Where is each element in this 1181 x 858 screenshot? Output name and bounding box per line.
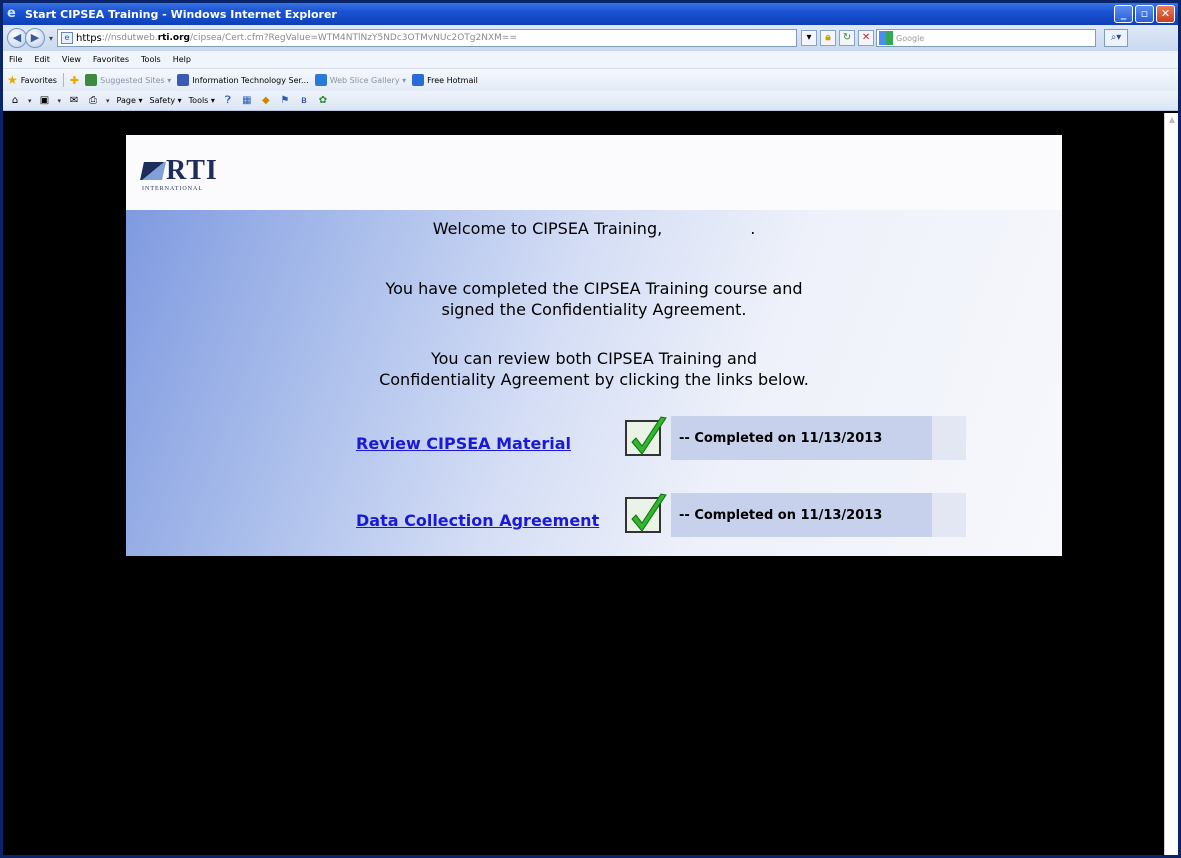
feeds-icon[interactable]: ▣ [39, 95, 51, 107]
completed-line-2: signed the Confidentiality Agreement. [441, 300, 747, 319]
completion-status: -- Completed on 11/13/2013 [671, 416, 932, 460]
fav-free-hotmail[interactable]: Free Hotmail [412, 74, 478, 86]
review-line-2: Confidentiality Agreement by clicking th… [379, 370, 809, 389]
translate-icon[interactable]: ⚑ [279, 95, 291, 107]
web-slice-icon [314, 74, 327, 86]
maximize-button[interactable]: ▫ [1135, 5, 1154, 23]
completed-line-1: You have completed the CIPSEA Training c… [385, 279, 803, 298]
welcome-suffix: . [750, 219, 756, 238]
back-button[interactable]: ◀ [7, 28, 27, 48]
tools-menu[interactable]: Tools ▾ [189, 96, 215, 105]
refresh-icon[interactable]: ↻ [839, 30, 856, 46]
menu-file[interactable]: File [9, 55, 22, 64]
print-icon[interactable]: ⎙ [87, 95, 99, 107]
window-title: Start CIPSEA Training - Windows Internet… [25, 7, 337, 21]
search-button[interactable]: ⌕▾ [1104, 29, 1129, 47]
favorites-label: Favorites [20, 75, 57, 85]
address-row: ◀ ▶ ▾ e https ://nsdutweb. rti.org /cips… [3, 25, 1178, 51]
fav-label: Web Slice Gallery ▾ [329, 75, 407, 85]
fav-label: Free Hotmail [427, 75, 478, 85]
stop-icon[interactable]: ✕ [858, 30, 875, 46]
completed-checkbox [625, 493, 667, 533]
check-icon [631, 416, 667, 455]
divider [62, 73, 64, 87]
panel-body: Welcome to CIPSEA Training,. You have co… [126, 210, 1062, 556]
page-icon: e [61, 32, 74, 44]
review-line-1: You can review both CIPSEA Training and [430, 349, 758, 368]
rti-logo: RTI INTERNATIONAL [140, 155, 218, 192]
logo-subtitle: INTERNATIONAL [142, 186, 203, 192]
address-input[interactable]: e https ://nsdutweb. rti.org /cipsea/Cer… [57, 29, 798, 47]
addon-icon[interactable]: ✿ [317, 95, 329, 107]
mail-icon[interactable]: ✉ [68, 95, 80, 107]
close-button[interactable]: ✕ [1156, 5, 1175, 23]
fav-web-slice-gallery[interactable]: Web Slice Gallery ▾ [314, 74, 407, 86]
scroll-up-icon[interactable]: ▲ [1165, 113, 1179, 127]
suggested-sites-icon [85, 74, 98, 86]
it-services-icon [177, 74, 190, 86]
menu-favorites[interactable]: Favorites [93, 55, 129, 64]
add-favorite-icon[interactable]: ✚ [70, 74, 79, 87]
fav-suggested-sites[interactable]: Suggested Sites ▾ [85, 74, 171, 86]
search-placeholder: Google [896, 33, 925, 43]
search-input[interactable]: Google [876, 29, 1097, 47]
status-spacer [932, 493, 966, 537]
review-cipsea-material-link[interactable]: Review CIPSEA Material [356, 434, 571, 453]
chevron-down-icon[interactable]: ▾ [28, 97, 32, 105]
search-provider-icon [879, 31, 894, 45]
welcome-line: Welcome to CIPSEA Training,. [126, 218, 1062, 239]
favorites-button[interactable]: ★ Favorites [7, 73, 57, 87]
completion-status: -- Completed on 11/13/2013 [671, 493, 932, 537]
status-spacer [932, 416, 966, 460]
menu-edit[interactable]: Edit [34, 55, 50, 64]
forward-button[interactable]: ▶ [25, 28, 45, 48]
help-icon[interactable]: ❓︎ [222, 95, 234, 107]
chevron-down-icon[interactable]: ▾ [106, 97, 110, 105]
vertical-scrollbar[interactable]: ▲ [1164, 113, 1178, 855]
favorites-bar: ★ Favorites ✚ Suggested Sites ▾ Informat… [3, 69, 1178, 91]
page-content: RTI INTERNATIONAL Welcome to CIPSEA Trai… [11, 113, 1164, 855]
menu-tools[interactable]: Tools [141, 55, 161, 64]
fav-label: Information Technology Ser... [192, 75, 309, 85]
address-tools: ▾ 🔒︎ ↻ ✕ [801, 30, 875, 46]
window-controls: _ ▫ ✕ [1114, 5, 1175, 23]
address-dropdown-icon[interactable]: ▾ [801, 30, 818, 46]
lock-icon[interactable]: 🔒︎ [820, 30, 837, 46]
ie-logo-icon: e [7, 6, 16, 21]
url-path: /cipsea/Cert.cfm?RegValue=WTM4NTlNzY5NDc… [190, 33, 517, 43]
title-bar: e Start CIPSEA Training - Windows Intern… [3, 3, 1178, 25]
fav-label: Suggested Sites ▾ [100, 75, 172, 85]
hotmail-icon [412, 74, 425, 86]
safety-menu[interactable]: Safety ▾ [149, 96, 181, 105]
check-icon [631, 493, 667, 532]
research-icon[interactable]: ▦ [241, 95, 253, 107]
messenger-icon[interactable]: ◆ [260, 95, 272, 107]
completed-checkbox [625, 416, 667, 456]
chevron-down-icon[interactable]: ▾ [58, 97, 62, 105]
review-material-row: Review CIPSEA Material -- Completed on 1… [126, 416, 1062, 460]
page-menu[interactable]: Page ▾ [117, 96, 143, 105]
command-bar: ⌂ ▾ ▣ ▾ ✉ ⎙ ▾ Page ▾ Safety ▾ Tools ▾ ❓︎… [3, 91, 1178, 111]
url-domain: rti.org [157, 33, 190, 43]
logo-text: RTI [166, 155, 218, 186]
bluetooth-icon[interactable]: ʙ [298, 95, 310, 107]
minimize-button[interactable]: _ [1114, 5, 1133, 23]
menu-view[interactable]: View [62, 55, 81, 64]
url-scheme: https [76, 32, 102, 44]
logo-flag-icon [140, 162, 166, 180]
menu-bar: File Edit View Favorites Tools Help [3, 51, 1178, 69]
logo-mark: RTI [140, 155, 218, 186]
data-collection-agreement-link[interactable]: Data Collection Agreement [356, 511, 599, 530]
browser-window: e Start CIPSEA Training - Windows Intern… [0, 0, 1181, 858]
menu-help[interactable]: Help [173, 55, 191, 64]
star-icon: ★ [7, 73, 18, 87]
welcome-text: Welcome to CIPSEA Training, [432, 219, 663, 238]
fav-information-technology[interactable]: Information Technology Ser... [177, 74, 309, 86]
training-panel: RTI INTERNATIONAL Welcome to CIPSEA Trai… [126, 135, 1062, 556]
panel-header: RTI INTERNATIONAL [126, 135, 1062, 210]
data-collection-row: Data Collection Agreement -- Completed o… [126, 493, 1062, 537]
recent-pages-dropdown[interactable]: ▾ [49, 34, 53, 43]
url-prefix: ://nsdutweb. [101, 33, 158, 43]
home-icon[interactable]: ⌂ [9, 95, 21, 107]
